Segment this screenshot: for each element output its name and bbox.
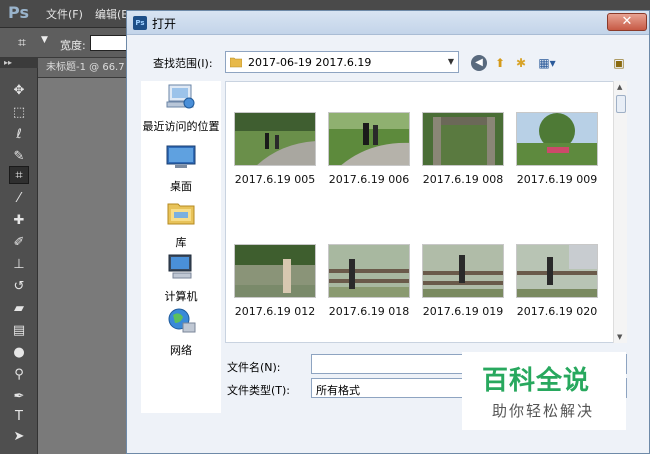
file-item[interactable]: 2017.6.19 009	[516, 112, 598, 186]
photo-thumbnail	[516, 112, 598, 166]
network-icon	[168, 308, 196, 333]
file-item[interactable]: 2017.6.19 019	[422, 244, 504, 318]
file-name: 2017.6.19 005	[234, 173, 316, 186]
place-desktop[interactable]: 桌面	[141, 143, 221, 194]
place-label: 库	[175, 236, 187, 249]
recent-places-icon	[166, 84, 195, 109]
ps-logo: Ps	[8, 3, 29, 22]
watermark: 百科全说 助你轻松解决	[462, 352, 626, 430]
photo-thumbnail	[234, 112, 316, 166]
scrollbar-thumb[interactable]	[616, 95, 626, 113]
up-folder-icon[interactable]: ⬆	[492, 55, 508, 71]
photo-thumbnail	[328, 112, 410, 166]
filetype-label: 文件类型(T):	[227, 384, 291, 397]
file-name: 2017.6.19 008	[422, 173, 504, 186]
scroll-down-icon[interactable]: ▼	[617, 333, 622, 341]
place-recent[interactable]: 最近访问的位置	[141, 83, 221, 134]
places-bar: 最近访问的位置 桌面 库 计算机 网络	[141, 81, 221, 413]
eraser-tool-icon[interactable]: ▰	[9, 300, 29, 318]
quick-select-tool-icon[interactable]: ✎	[9, 148, 29, 166]
photo-thumbnail	[234, 244, 316, 298]
watermark-title: 百科全说	[482, 366, 591, 396]
place-label: 最近访问的位置	[142, 120, 220, 133]
filetype-value: 所有格式	[316, 384, 360, 397]
libraries-icon	[167, 203, 195, 225]
new-folder-icon[interactable]: ✱	[513, 55, 529, 71]
type-tool-icon[interactable]: T	[9, 408, 29, 426]
place-label: 计算机	[164, 290, 198, 303]
file-name: 2017.6.19 018	[328, 305, 410, 318]
look-in-value: 2017-06-19 2017.6.19	[248, 56, 372, 69]
folder-icon	[230, 57, 242, 68]
file-item[interactable]: 2017.6.19 020	[516, 244, 598, 318]
chevron-down-icon[interactable]: ▼	[41, 35, 48, 45]
views-menu-icon[interactable]: ▦▾	[535, 55, 559, 71]
dialog-title: 打开	[152, 17, 177, 31]
photo-thumbnail	[516, 244, 598, 298]
file-item[interactable]: 2017.6.19 006	[328, 112, 410, 186]
chevron-down-icon[interactable]: ▼	[448, 57, 454, 66]
scroll-up-icon[interactable]: ▲	[617, 83, 622, 91]
toolbox-header[interactable]: ▸▸	[0, 58, 38, 68]
stamp-tool-icon[interactable]: ⊥	[9, 256, 29, 274]
back-icon[interactable]: ◀	[471, 55, 487, 71]
file-name: 2017.6.19 012	[234, 305, 316, 318]
eyedropper-tool-icon[interactable]: ⁄	[9, 190, 29, 208]
place-network[interactable]: 网络	[141, 307, 221, 358]
history-brush-icon[interactable]: ↺	[9, 278, 29, 296]
file-item[interactable]: 2017.6.19 005	[234, 112, 316, 186]
pen-tool-icon[interactable]: ✒	[9, 388, 29, 406]
photo-thumbnail	[328, 244, 410, 298]
place-label: 网络	[170, 344, 192, 357]
place-label: 桌面	[170, 180, 192, 193]
width-label: 宽度:	[60, 39, 86, 52]
file-item[interactable]: 2017.6.19 012	[234, 244, 316, 318]
document-tab[interactable]: 未标题-1 @ 66.7	[38, 58, 128, 78]
file-item[interactable]: 2017.6.19 008	[422, 112, 504, 186]
path-select-tool-icon[interactable]: ➤	[9, 428, 29, 446]
look-in-label: 查找范围(I):	[153, 57, 213, 70]
brush-tool-icon[interactable]: ✐	[9, 234, 29, 252]
dialog-titlebar[interactable]: Ps 打开 ✕	[127, 11, 649, 35]
crop-tool-icon[interactable]: ⌗	[18, 34, 38, 52]
gradient-tool-icon[interactable]: ▤	[9, 322, 29, 340]
watermark-subtitle: 助你轻松解决	[492, 402, 595, 420]
photo-thumbnail	[422, 112, 504, 166]
photo-thumbnail	[422, 244, 504, 298]
filename-label: 文件名(N):	[227, 361, 281, 374]
photoshop-icon: Ps	[133, 16, 147, 30]
file-name: 2017.6.19 019	[422, 305, 504, 318]
place-computer[interactable]: 计算机	[141, 253, 221, 304]
desktop-icon	[166, 145, 196, 168]
place-libraries[interactable]: 库	[141, 199, 221, 250]
computer-icon	[168, 254, 192, 279]
crop-tool-icon[interactable]: ⌗	[9, 166, 29, 184]
file-list[interactable]: 2017.6.19 005 2017.6.19 006 2017.6.19 00…	[225, 81, 627, 343]
file-list-scrollbar[interactable]: ▲ ▼	[613, 81, 627, 343]
canvas-area	[38, 78, 128, 454]
width-input[interactable]	[90, 35, 128, 51]
healing-brush-icon[interactable]: ✚	[9, 212, 29, 230]
blur-tool-icon[interactable]: ●	[9, 344, 29, 362]
file-item[interactable]: 2017.6.19 018	[328, 244, 410, 318]
dodge-tool-icon[interactable]: ⚲	[9, 366, 29, 384]
file-name: 2017.6.19 006	[328, 173, 410, 186]
file-name: 2017.6.19 020	[516, 305, 598, 318]
menu-file[interactable]: 文件(F)	[46, 6, 83, 22]
marquee-tool-icon[interactable]: ⬚	[9, 104, 29, 122]
look-in-combo[interactable]: 2017-06-19 2017.6.19 ▼	[225, 51, 459, 73]
lasso-tool-icon[interactable]: ℓ	[9, 126, 29, 144]
close-button[interactable]: ✕	[607, 13, 647, 31]
folder-star-icon[interactable]: ▣	[611, 55, 627, 71]
ps-toolbox: ▸▸ ✥ ⬚ ℓ ✎ ⌗ ⁄ ✚ ✐ ⊥ ↺ ▰ ▤ ● ⚲ ✒ T ➤	[0, 58, 38, 454]
move-tool-icon[interactable]: ✥	[9, 82, 29, 100]
file-name: 2017.6.19 009	[516, 173, 598, 186]
